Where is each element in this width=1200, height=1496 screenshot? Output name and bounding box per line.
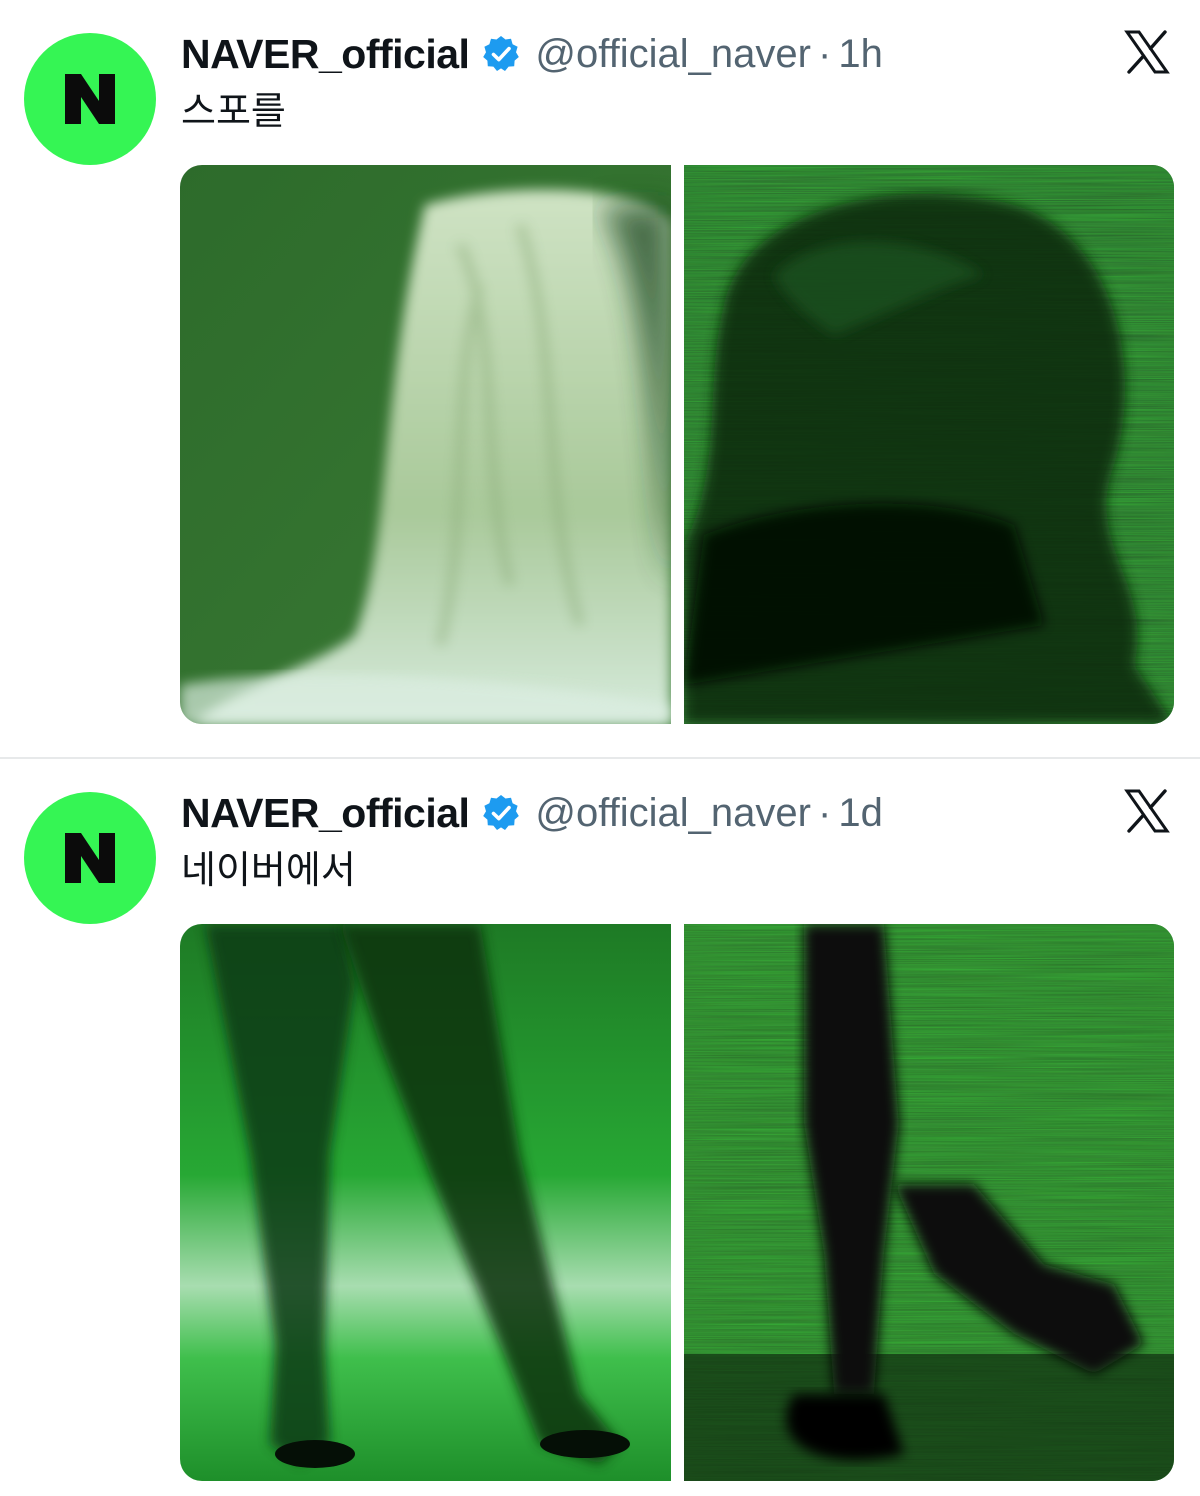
verified-badge-icon: [481, 34, 521, 74]
x-logo-icon[interactable]: [1124, 788, 1170, 834]
media-grid: [180, 924, 1174, 1481]
media-photo-glitch-legs[interactable]: [684, 924, 1174, 1481]
tweet-card[interactable]: NAVER_official @official_naver · 1h 스포를: [0, 0, 1200, 757]
separator-dot: ·: [818, 31, 832, 76]
tweet-header: NAVER_official @official_naver · 1d: [181, 787, 883, 839]
avatar[interactable]: [24, 792, 156, 924]
x-logo-icon[interactable]: [1124, 29, 1170, 75]
naver-n-logo-icon: [65, 833, 115, 883]
timestamp[interactable]: 1h: [838, 32, 883, 77]
user-handle[interactable]: @official_naver: [535, 791, 811, 836]
tweet-text: 네이버에서: [181, 850, 356, 892]
naver-n-logo-icon: [65, 74, 115, 124]
tweet-text: 스포를: [181, 91, 286, 133]
user-handle[interactable]: @official_naver: [535, 32, 811, 77]
tweet-header: NAVER_official @official_naver · 1h: [181, 28, 883, 80]
media-grid: [180, 165, 1174, 724]
timestamp[interactable]: 1d: [838, 791, 883, 836]
verified-badge-icon: [481, 793, 521, 833]
tweet-card[interactable]: NAVER_official @official_naver · 1d 네이버에…: [0, 759, 1200, 1496]
display-name[interactable]: NAVER_official: [181, 790, 470, 837]
display-name[interactable]: NAVER_official: [181, 31, 470, 78]
media-photo-blonde-hair[interactable]: [180, 165, 671, 724]
media-photo-legs-walking[interactable]: [180, 924, 671, 1481]
avatar[interactable]: [24, 33, 156, 165]
media-photo-glitch-silhouette[interactable]: [684, 165, 1174, 724]
separator-dot: ·: [818, 790, 832, 835]
